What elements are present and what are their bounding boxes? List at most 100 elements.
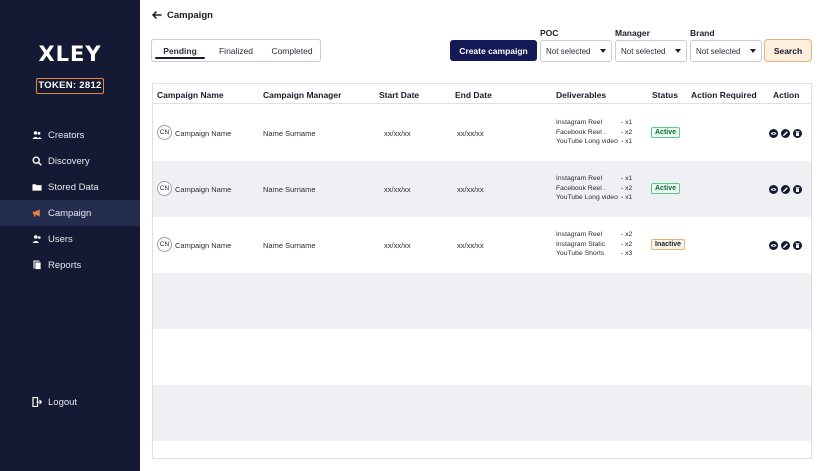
manager-select[interactable]: Not selected (615, 40, 687, 62)
deliverable-item: Facebook Reel . - x2 (556, 129, 636, 139)
empty-row (153, 329, 811, 385)
edit-icon[interactable] (781, 129, 790, 138)
row-actions (769, 129, 802, 138)
deliverable-qty: - x3 (621, 250, 633, 257)
deliverables-list: Instagram Reel - x1 Facebook Reel . - x2 You… (556, 175, 636, 204)
table-row[interactable]: CN Campaign Name Name Surname xx/xx/xx xx/xx… (153, 105, 811, 161)
deliverable-qty: - x2 (621, 231, 633, 238)
campaign-manager: Name Surname (263, 129, 316, 138)
deliverable-name: Instagram Static (556, 240, 606, 248)
campaign-avatar: CN (157, 125, 172, 140)
table-header: Campaign Name Campaign Manager Start Dat… (153, 84, 811, 104)
sidebar-item-stored-data[interactable]: Stored Data (0, 174, 140, 200)
deliverable-qty: - x1 (621, 175, 633, 182)
start-date: xx/xx/xx (384, 185, 411, 194)
campaign-avatar: CN (157, 181, 172, 196)
brand-select[interactable]: Not selected (690, 40, 762, 62)
deliverable-name: Facebook Reel . (556, 184, 606, 192)
users-icon (32, 234, 42, 244)
folder-icon (32, 182, 42, 192)
deliverable-qty: - x1 (621, 119, 633, 126)
campaign-name[interactable]: Campaign Name (175, 241, 231, 250)
delete-icon[interactable] (793, 241, 802, 250)
chevron-down-icon (750, 49, 756, 53)
deliverable-qty: - x2 (621, 128, 633, 136)
empty-row (153, 273, 811, 329)
megaphone-icon (32, 208, 42, 218)
view-icon[interactable] (769, 241, 778, 250)
manager-select-value: Not selected (621, 46, 666, 56)
sidebar-nav: Creators Discovery Stored Data Campaign (0, 122, 140, 278)
deliverable-name: Instagram Reel (556, 231, 603, 238)
delete-icon[interactable] (793, 185, 802, 194)
status-badge: Active (651, 127, 681, 138)
app-frame: XLEY TOKEN: 2812 Creators Discovery Stor… (0, 0, 824, 471)
deliverable-item: Instagram Reel - x2 (556, 231, 636, 241)
sidebar-item-users[interactable]: Users (0, 226, 140, 252)
column-header: Campaign Name (157, 90, 224, 100)
campaign-name[interactable]: Campaign Name (175, 129, 231, 138)
deliverable-qty: - x1 (621, 194, 633, 201)
sidebar-item-discovery[interactable]: Discovery (0, 148, 140, 174)
deliverable-item: Instagram Static - x2 (556, 241, 636, 251)
end-date: xx/xx/xx (457, 185, 484, 194)
start-date: xx/xx/xx (384, 241, 411, 250)
poc-filter-label: POC (540, 28, 559, 38)
poc-select[interactable]: Not selected (540, 40, 612, 62)
logout-label: Logout (48, 396, 78, 408)
deliverable-item: YouTube Long video - x1 (556, 138, 636, 148)
campaign-name[interactable]: Campaign Name (175, 185, 231, 194)
create-campaign-button[interactable]: Create campaign (450, 40, 537, 61)
token-badge: TOKEN: 2812 (36, 78, 104, 94)
back-header[interactable]: Campaign (151, 9, 213, 21)
deliverable-qty: - x1 (621, 138, 633, 145)
view-icon[interactable] (769, 185, 778, 194)
manager-filter-label: Manager (615, 28, 650, 38)
sidebar-item-label: Stored Data (48, 181, 99, 193)
sidebar-item-reports[interactable]: Reports (0, 252, 140, 278)
brand-logo: XLEY (38, 42, 102, 66)
tab-completed[interactable]: Completed (264, 40, 320, 61)
table-row[interactable]: CN Campaign Name Name Surname xx/xx/xx xx/xx… (153, 217, 811, 273)
deliverable-name: Instagram Reel (556, 119, 603, 126)
deliverable-item: YouTube Shorts - x3 (556, 250, 636, 260)
edit-icon[interactable] (781, 185, 790, 194)
deliverable-qty: - x2 (621, 184, 633, 192)
sidebar-item-creators[interactable]: Creators (0, 122, 140, 148)
brand-filter-label: Brand (690, 28, 715, 38)
chevron-down-icon (675, 49, 681, 53)
column-header: Campaign Manager (263, 90, 342, 100)
deliverable-name: YouTube Long video (556, 194, 618, 201)
deliverable-name: Instagram Reel (556, 175, 603, 182)
logout-icon (32, 397, 42, 407)
tab-pending[interactable]: Pending (152, 40, 208, 61)
sidebar-item-label: Campaign (48, 207, 92, 219)
sidebar-logout: Logout (0, 389, 140, 415)
campaign-manager: Name Surname (263, 241, 316, 250)
deliverables-list: Instagram Reel - x2 Instagram Static - x2 Yo… (556, 231, 636, 260)
status-badge: Inactive (651, 239, 686, 250)
sidebar-item-label: Creators (48, 129, 85, 141)
users-group-icon (32, 130, 42, 140)
deliverable-qty: - x2 (621, 240, 633, 248)
deliverable-item: Instagram Reel - x1 (556, 119, 636, 129)
table-row[interactable]: CN Campaign Name Name Surname xx/xx/xx xx/xx… (153, 161, 811, 217)
sidebar-item-label: Users (48, 233, 73, 245)
column-header: End Date (455, 90, 492, 100)
row-actions (769, 185, 802, 194)
edit-icon[interactable] (781, 241, 790, 250)
view-icon[interactable] (769, 129, 778, 138)
sidebar-item-campaign[interactable]: Campaign (0, 200, 140, 226)
chevron-down-icon (600, 49, 606, 53)
column-header: Start Date (379, 90, 420, 100)
column-header: Deliverables (556, 90, 607, 100)
deliverable-name: YouTube Long video (556, 138, 618, 145)
status-tabs: Pending Finalized Completed (151, 39, 321, 62)
tab-finalized[interactable]: Finalized (208, 40, 264, 61)
end-date: xx/xx/xx (457, 241, 484, 250)
logout-button[interactable]: Logout (0, 389, 140, 415)
delete-icon[interactable] (793, 129, 802, 138)
reports-icon (32, 260, 42, 270)
search-button[interactable]: Search (764, 39, 812, 62)
arrow-left-icon[interactable] (151, 9, 163, 21)
